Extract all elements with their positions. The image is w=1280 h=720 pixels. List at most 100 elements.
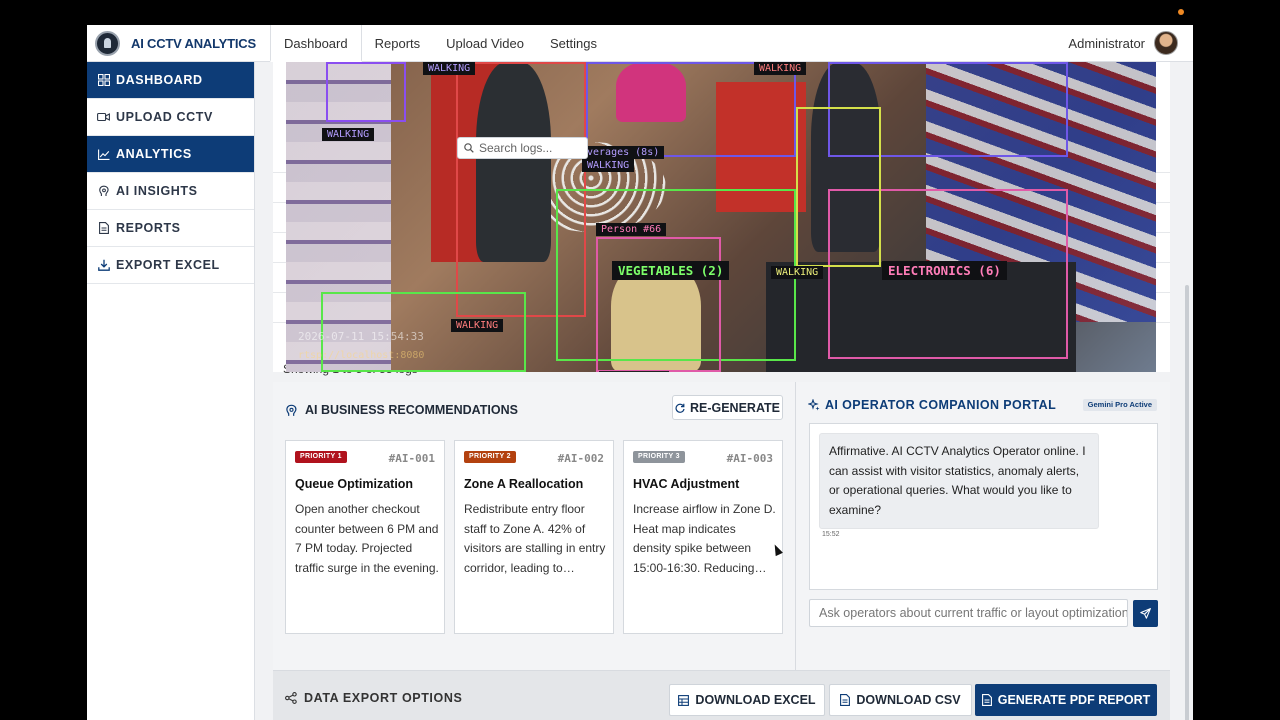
sidebar-item-label: UPLOAD CCTV <box>116 110 213 124</box>
recommendation-card[interactable]: PRIORITY 2 #AI-002 Zone A Reallocation R… <box>454 440 614 634</box>
video-stream-url: rtsp://localhost:8080 <box>298 350 425 361</box>
detection-label: WALKING <box>423 62 476 75</box>
detection-box <box>796 107 881 267</box>
app-window: AI CCTV ANALYTICS Dashboard Reports Uplo… <box>87 25 1193 720</box>
sidebar-item-label: ANALYTICS <box>116 147 192 161</box>
detection-label: WALKING <box>451 319 504 332</box>
avatar <box>1154 31 1178 55</box>
detection-label: WALKING <box>322 128 375 141</box>
priority-badge: PRIORITY 1 <box>295 451 347 463</box>
card-body: Open another checkout counter between 6 … <box>295 502 439 575</box>
tab-upload-video[interactable]: Upload Video <box>433 25 537 62</box>
detection-label: Person #66 <box>596 223 667 236</box>
detection-label: WALKING <box>582 159 635 172</box>
search-placeholder: Search logs... <box>479 141 553 155</box>
download-csv-label: DOWNLOAD CSV <box>856 693 961 707</box>
download-icon <box>97 259 110 272</box>
sidebar-item-label: REPORTS <box>116 221 181 235</box>
ai-recommendations-panel: AI BUSINESS RECOMMENDATIONS RE-GENERATE … <box>273 382 795 670</box>
tab-dashboard[interactable]: Dashboard <box>270 25 362 62</box>
sparkle-icon <box>808 399 820 411</box>
brain-icon <box>286 404 297 416</box>
sidebar-item-analytics[interactable]: ANALYTICS <box>87 136 254 173</box>
page-scrollbar[interactable] <box>1185 285 1189 720</box>
sidebar-item-export-excel[interactable]: EXPORT EXCEL <box>87 247 254 284</box>
assistant-message: Affirmative. AI CCTV Analytics Operator … <box>819 433 1099 529</box>
portal-title: AI OPERATOR COMPANION PORTAL <box>825 398 1057 412</box>
message-timestamp: 15:52 <box>822 531 840 538</box>
export-heading: DATA EXPORT OPTIONS <box>285 691 462 705</box>
share-icon <box>285 692 297 704</box>
data-export-bar: DATA EXPORT OPTIONS DOWNLOAD EXCEL DOWNL… <box>273 670 1170 720</box>
top-tabs: Dashboard Reports Upload Video Settings <box>270 25 610 62</box>
brand-name: AI CCTV ANALYTICS <box>131 36 256 51</box>
regenerate-button[interactable]: RE-GENERATE <box>672 395 783 420</box>
card-id: #AI-001 <box>388 452 435 465</box>
download-csv-button[interactable]: DOWNLOAD CSV <box>829 684 972 716</box>
search-icon <box>464 143 474 153</box>
detection-label: verages (8s) <box>582 146 665 159</box>
card-title: Queue Optimization <box>295 477 414 491</box>
sidebar-item-reports[interactable]: REPORTS <box>87 210 254 247</box>
table-icon <box>678 694 690 706</box>
download-excel-label: DOWNLOAD EXCEL <box>695 693 816 707</box>
chat-history[interactable]: Affirmative. AI CCTV Analytics Operator … <box>809 423 1158 590</box>
sidebar: DASHBOARD UPLOAD CCTV ANALYTICS AI INSIG… <box>87 62 255 720</box>
main-content: Showing 1 to 5 of 53 logs WALKING WALKIN… <box>273 62 1170 720</box>
tab-settings[interactable]: Settings <box>537 25 610 62</box>
send-button[interactable] <box>1133 600 1158 627</box>
recommendation-card[interactable]: PRIORITY 3 #AI-003 HVAC Adjustment Incre… <box>623 440 783 634</box>
sidebar-item-upload-cctv[interactable]: UPLOAD CCTV <box>87 99 254 136</box>
card-title: Zone A Reallocation <box>464 477 584 491</box>
detection-label: WALKING <box>771 266 824 279</box>
gemini-status-badge: Gemini Pro Active <box>1082 399 1157 411</box>
card-title: HVAC Adjustment <box>633 477 740 491</box>
sidebar-item-ai-insights[interactable]: AI INSIGHTS <box>87 173 254 210</box>
card-id: #AI-002 <box>557 452 604 465</box>
detection-label: WALKING <box>754 62 807 75</box>
video-progress-bar[interactable] <box>599 371 669 372</box>
recommendations-title: AI BUSINESS RECOMMENDATIONS <box>305 403 518 417</box>
recording-indicator-icon <box>1178 9 1184 15</box>
document-icon <box>97 222 110 235</box>
user-name: Administrator <box>1068 35 1145 51</box>
recommendations-heading: AI BUSINESS RECOMMENDATIONS <box>285 403 518 417</box>
chat-input[interactable]: Ask operators about current traffic or l… <box>809 599 1128 627</box>
generate-pdf-button[interactable]: GENERATE PDF REPORT <box>975 684 1157 716</box>
search-logs-input[interactable]: Search logs... <box>457 137 588 159</box>
sidebar-item-label: EXPORT EXCEL <box>116 258 220 272</box>
document-icon <box>840 694 851 706</box>
tab-reports[interactable]: Reports <box>362 25 434 62</box>
user-menu[interactable]: Administrator <box>1068 31 1178 55</box>
card-id: #AI-003 <box>726 452 773 465</box>
operator-portal-panel: AI OPERATOR COMPANION PORTAL Gemini Pro … <box>795 382 1170 670</box>
brain-icon <box>97 185 110 198</box>
zone-label: ELECTRONICS (6) <box>882 261 1007 280</box>
detection-box <box>596 237 721 372</box>
send-icon <box>1140 608 1151 619</box>
video-timestamp: 2026-07-11 15:54:33 <box>298 330 424 343</box>
export-title: DATA EXPORT OPTIONS <box>304 691 463 705</box>
sidebar-item-label: DASHBOARD <box>116 73 203 87</box>
card-body: Redistribute entry floor staff to Zone A… <box>464 502 606 575</box>
pdf-icon <box>981 694 992 706</box>
priority-badge: PRIORITY 2 <box>464 451 516 463</box>
cctv-video-feed[interactable]: WALKING WALKING WALKING verages (8s) WAL… <box>286 62 1156 372</box>
zone-label: VEGETABLES (2) <box>612 261 730 280</box>
video-camera-icon <box>97 111 110 124</box>
sidebar-item-dashboard[interactable]: DASHBOARD <box>87 62 254 99</box>
generate-pdf-label: GENERATE PDF REPORT <box>997 693 1151 707</box>
detection-box <box>326 62 406 122</box>
brand[interactable]: AI CCTV ANALYTICS <box>95 31 256 56</box>
sidebar-item-label: AI INSIGHTS <box>116 184 198 198</box>
card-body: Increase airflow in Zone D. Heat map ind… <box>633 502 776 575</box>
priority-badge: PRIORITY 3 <box>633 451 685 463</box>
grid-icon <box>97 74 110 87</box>
detection-box <box>586 62 796 157</box>
refresh-icon <box>675 403 685 413</box>
recommendation-card[interactable]: PRIORITY 1 #AI-001 Queue Optimization Op… <box>285 440 445 634</box>
brand-logo-icon <box>95 31 120 56</box>
download-excel-button[interactable]: DOWNLOAD EXCEL <box>669 684 825 716</box>
portal-heading: AI OPERATOR COMPANION PORTAL <box>808 398 1056 412</box>
top-bar: AI CCTV ANALYTICS Dashboard Reports Uplo… <box>87 25 1193 62</box>
